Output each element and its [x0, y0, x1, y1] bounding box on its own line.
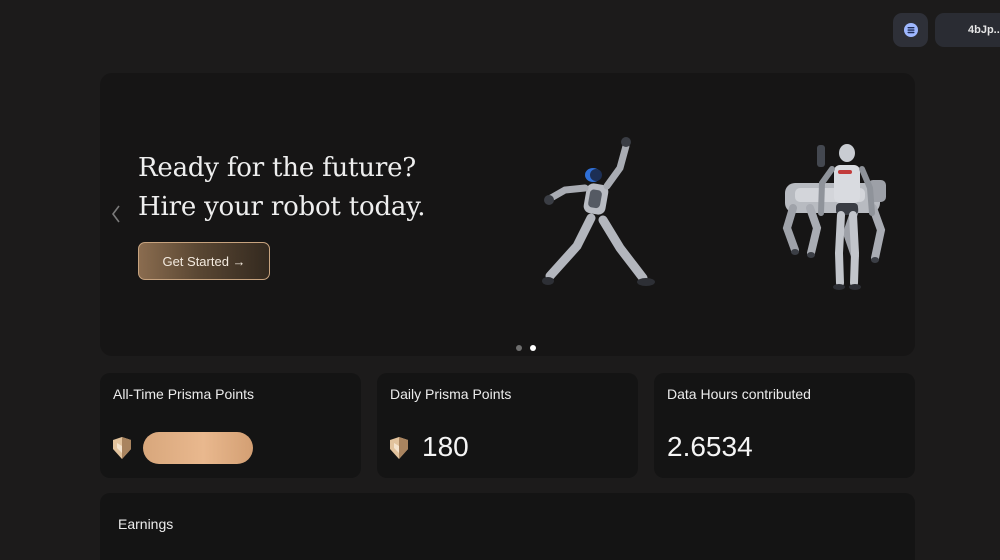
hero-carousel: Ready for the future? Hire your robot to…: [100, 73, 915, 356]
all-time-points-card: All-Time Prisma Points: [100, 373, 361, 478]
data-hours-value: 2.6534: [667, 431, 753, 462]
data-hours-label: Data Hours contributed: [667, 386, 811, 402]
hero-title: Ready for the future? Hire your robot to…: [138, 149, 425, 227]
earnings-label: Earnings: [118, 516, 174, 532]
hero-title-line-2: Hire your robot today.: [138, 192, 426, 222]
wallet-address: 4bJp...: [968, 24, 1000, 36]
list-icon: [903, 23, 918, 37]
get-started-button[interactable]: Get Started →: [138, 242, 270, 280]
carousel-dot-1[interactable]: [516, 345, 522, 351]
hero-title-line-1: Ready for the future?: [138, 153, 416, 183]
daily-points-card: Daily Prisma Points 180: [377, 373, 638, 478]
data-hours-card: Data Hours contributed 2.6534: [654, 373, 915, 478]
prisma-badge-icon: [113, 437, 131, 459]
running-humanoid-robot: [542, 137, 655, 286]
daily-points-label: Daily Prisma Points: [390, 386, 512, 402]
carousel-prev-button[interactable]: [108, 203, 124, 225]
wallet-button[interactable]: 4bJp...: [935, 13, 1000, 47]
chevron-left-icon: [112, 205, 120, 223]
redacted-value: [143, 432, 253, 464]
prisma-badge-icon: [390, 437, 408, 459]
standing-humanoid-robot: [817, 144, 875, 290]
all-time-points-label: All-Time Prisma Points: [113, 386, 255, 402]
daily-points-value: 180: [422, 431, 469, 462]
menu-button[interactable]: [893, 13, 928, 47]
carousel-dot-2[interactable]: [530, 345, 536, 351]
carousel-indicators: [516, 345, 536, 351]
earnings-card: Earnings: [100, 493, 915, 560]
